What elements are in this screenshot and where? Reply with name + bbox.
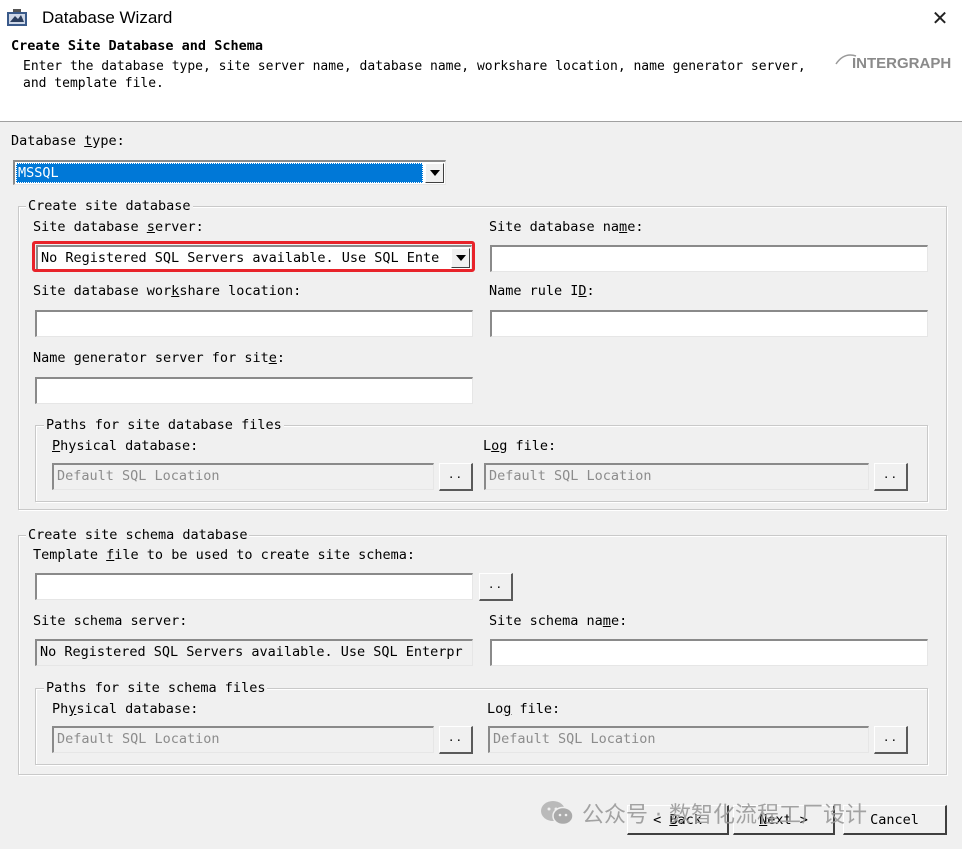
site-log-file-browse-button[interactable]: .. xyxy=(874,463,908,491)
schema-log-file-label: Log file: xyxy=(487,701,561,717)
site-schema-server-field[interactable]: No Registered SQL Servers available. Use… xyxy=(35,639,473,666)
name-generator-server-input[interactable] xyxy=(35,377,473,404)
site-database-paths-legend: Paths for site database files xyxy=(44,417,284,433)
logo-text: INTERGRAPH xyxy=(852,55,951,72)
site-database-name-input[interactable] xyxy=(490,245,928,272)
schema-log-file-browse-button[interactable]: .. xyxy=(874,726,908,754)
template-file-browse-button[interactable]: .. xyxy=(479,573,513,601)
watermark-text: 公众号 · 数智化流程工厂设计 xyxy=(582,803,867,828)
site-database-server-label: Site database server: xyxy=(33,219,204,235)
schema-physical-database-value: Default SQL Location xyxy=(57,731,220,747)
wechat-icon xyxy=(541,801,574,826)
site-schema-name-label: Site schema name: xyxy=(489,613,628,629)
name-rule-id-input[interactable] xyxy=(490,310,928,337)
site-database-workshare-label: Site database workshare location: xyxy=(33,283,302,299)
site-physical-database-browse-button[interactable]: .. xyxy=(439,463,473,491)
wizard-step-title: Create Site Database and Schema xyxy=(11,38,263,54)
wizard-step-description: Enter the database type, site server nam… xyxy=(23,59,806,91)
database-type-dropdown-button[interactable] xyxy=(425,163,444,183)
schema-physical-database-input[interactable]: Default SQL Location xyxy=(52,726,434,753)
database-app-icon xyxy=(7,9,27,26)
site-log-file-label: Log file: xyxy=(483,438,557,454)
database-type-select[interactable]: MSSQL xyxy=(13,160,446,185)
site-database-name-label: Site database name: xyxy=(489,219,644,235)
name-generator-server-label: Name generator server for site: xyxy=(33,350,285,366)
schema-log-file-value: Default SQL Location xyxy=(493,731,656,747)
site-database-workshare-input[interactable] xyxy=(35,310,473,337)
database-type-label: Database type: xyxy=(11,133,125,149)
name-rule-id-label: Name rule ID: xyxy=(489,283,595,299)
highlight-box xyxy=(32,241,475,272)
create-site-schema-legend: Create site schema database xyxy=(26,527,250,543)
template-file-input[interactable] xyxy=(35,573,473,600)
schema-physical-database-browse-button[interactable]: .. xyxy=(439,726,473,754)
window-title: Database Wizard xyxy=(42,8,173,27)
template-file-label: Template file to be used to create site … xyxy=(33,547,416,563)
site-log-file-value: Default SQL Location xyxy=(489,468,652,484)
site-physical-database-input[interactable]: Default SQL Location xyxy=(52,463,434,490)
database-type-value: MSSQL xyxy=(18,165,59,181)
close-icon[interactable]: ✕ xyxy=(918,0,962,36)
site-schema-paths-legend: Paths for site schema files xyxy=(44,680,268,696)
schema-physical-database-label: Physical database: xyxy=(52,701,199,717)
site-physical-database-value: Default SQL Location xyxy=(57,468,220,484)
watermark: 公众号 · 数智化流程工厂设计 xyxy=(540,797,867,829)
schema-log-file-input[interactable]: Default SQL Location xyxy=(488,726,869,753)
site-log-file-input[interactable]: Default SQL Location xyxy=(484,463,869,490)
site-physical-database-label: Physical database: xyxy=(52,438,199,454)
site-schema-name-input[interactable] xyxy=(490,639,928,666)
intergraph-logo: INTERGRAPH xyxy=(834,50,956,78)
site-schema-server-value: No Registered SQL Servers available. Use… xyxy=(40,644,463,660)
chevron-down-icon xyxy=(429,170,440,176)
site-schema-server-label: Site schema server: xyxy=(33,613,188,629)
create-site-database-legend: Create site database xyxy=(26,198,193,214)
